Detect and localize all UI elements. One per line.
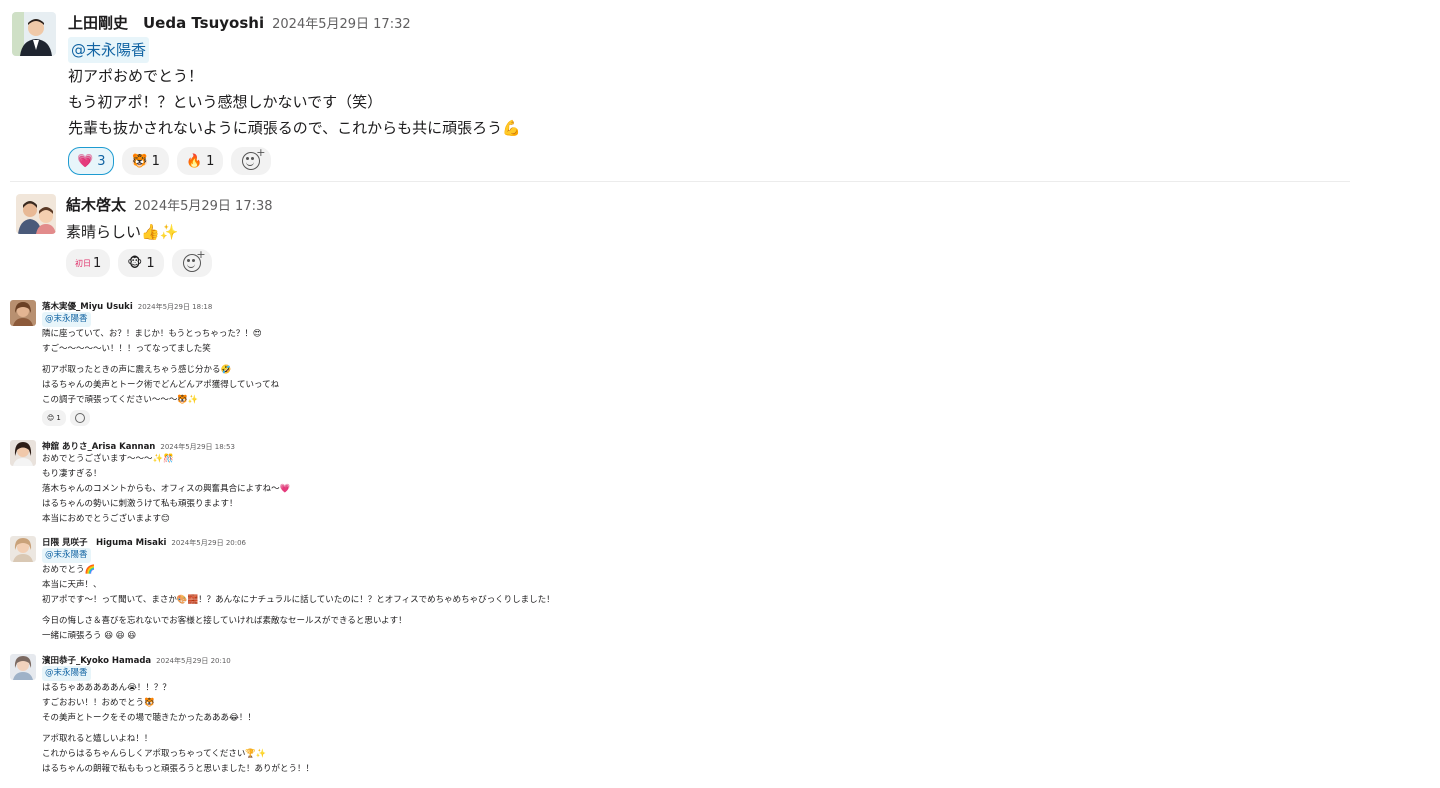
avatar[interactable] bbox=[16, 194, 56, 234]
timestamp[interactable]: 2024年5月29日 20:06 bbox=[171, 538, 246, 548]
message-kannan: 神舘 ありさ_Arisa Kannan 2024年5月29日 18:53 おめで… bbox=[10, 440, 290, 527]
sender-name[interactable]: 神舘 ありさ_Arisa Kannan bbox=[42, 440, 155, 452]
reaction-smile[interactable]: 😊 1 bbox=[42, 410, 66, 426]
message-higuma: 日隈 見咲子 Higuma Misaki 2024年5月29日 20:06 @末… bbox=[10, 536, 555, 644]
reaction-tiger[interactable]: 🐯 1 bbox=[122, 147, 169, 175]
message-text: すごおおい！！おめでとう🐯 bbox=[42, 698, 155, 708]
message-header: 上田剛史 Ueda Tsuyoshi 2024年5月29日 17:32 bbox=[68, 12, 521, 33]
divider bbox=[10, 181, 1350, 182]
timestamp[interactable]: 2024年5月29日 17:32 bbox=[272, 13, 411, 32]
reaction-fire[interactable]: 🔥 1 bbox=[176, 147, 224, 175]
avatar[interactable] bbox=[10, 536, 36, 562]
message-text: 落木ちゃんのコメントからも、オフィスの興奮具合によすね〜💗 bbox=[42, 484, 291, 494]
monkey-icon: 🐵 bbox=[127, 255, 143, 271]
message-text: もり凄すぎる！ bbox=[42, 469, 102, 479]
heart-icon: 💗 bbox=[77, 153, 94, 169]
reaction-count: 3 bbox=[97, 153, 106, 169]
message-yuki: 結木啓太 2024年5月29日 17:38 素晴らしい👍✨ 初日 1 🐵 1 + bbox=[16, 194, 273, 277]
message-header: 神舘 ありさ_Arisa Kannan 2024年5月29日 18:53 bbox=[42, 440, 290, 452]
message-ueda: 上田剛史 Ueda Tsuyoshi 2024年5月29日 17:32 @末永陽… bbox=[12, 12, 521, 175]
message-text: はるちゃんの朗報で私ももっと頑張ろうと思いました！ありがとう！！ bbox=[42, 764, 315, 774]
sender-name[interactable]: 落木実優_Miyu Usuki bbox=[42, 300, 133, 312]
message-text: 初アポ取ったときの声に震えちゃう感じ分かる🤣 bbox=[42, 365, 232, 375]
message-text: 今日の悔しさ＆喜びを忘れないでお客様と接していければ素敵なセールスができると思い… bbox=[42, 616, 407, 626]
reaction-count: 1 bbox=[56, 414, 61, 422]
reaction-first-day[interactable]: 初日 1 bbox=[66, 249, 111, 277]
message-text: その美声とトークをその場で聴きたかったあああ😂！！ bbox=[42, 713, 256, 723]
message-text: 隣に座っていて、お？！まじか！もうとっちゃった？！😍 bbox=[42, 329, 262, 339]
bottom-thread-panel: 落木実優_Miyu Usuki 2024年5月29日 18:18 @末永陽香 隣… bbox=[4, 292, 644, 786]
reaction-bar: 💗 3 🐯 1 🔥 1 + bbox=[68, 147, 521, 175]
message-header: 濱田恭子_Kyoko Hamada 2024年5月29日 20:10 bbox=[42, 654, 314, 666]
mention[interactable]: @末永陽香 bbox=[42, 666, 91, 681]
smile-icon: 😊 bbox=[47, 414, 55, 422]
timestamp[interactable]: 2024年5月29日 18:53 bbox=[160, 442, 235, 452]
add-emoji-icon: + bbox=[242, 147, 265, 170]
message-text: 本当に天声！、 bbox=[42, 580, 102, 590]
top-thread-panel: 上田剛史 Ueda Tsuyoshi 2024年5月29日 17:32 @末永陽… bbox=[4, 0, 1350, 280]
message-text: 先輩も抜かされないように頑張るので、これからも共に頑張ろう💪 bbox=[68, 119, 521, 137]
sender-name[interactable]: 濱田恭子_Kyoko Hamada bbox=[42, 654, 151, 666]
reaction-bar: 初日 1 🐵 1 + bbox=[66, 249, 273, 277]
avatar[interactable] bbox=[10, 300, 36, 326]
message-text: はるちゃあああああん😭！！？？ bbox=[42, 683, 171, 693]
message-text: はるちゃんの美声とトーク術でどんどんアポ獲得していってね bbox=[42, 380, 280, 390]
message-text: おめでとう🌈 bbox=[42, 565, 96, 575]
message-text: もう初アポ！？という感想しかないです（笑） bbox=[68, 93, 383, 111]
reaction-monkey[interactable]: 🐵 1 bbox=[118, 249, 164, 277]
fire-icon: 🔥 bbox=[185, 153, 203, 169]
add-emoji-icon bbox=[74, 413, 85, 423]
message-text: 素晴らしい👍✨ bbox=[66, 223, 179, 241]
reaction-bar: 😊 1 bbox=[42, 410, 279, 426]
message-usuki: 落木実優_Miyu Usuki 2024年5月29日 18:18 @末永陽香 隣… bbox=[10, 300, 279, 426]
reaction-count: 1 bbox=[146, 255, 155, 271]
message-text: 本当におめでとうございまよす😊 bbox=[42, 514, 170, 524]
add-reaction-button[interactable]: + bbox=[231, 147, 272, 175]
reaction-count: 1 bbox=[206, 153, 215, 169]
timestamp[interactable]: 2024年5月29日 17:38 bbox=[134, 195, 273, 214]
avatar[interactable] bbox=[10, 440, 36, 466]
message-text: はるちゃんの勢いに刺激うけて私も頑張りまよす！ bbox=[42, 499, 238, 509]
message-text: この調子で頑張ってください〜〜〜🐯✨ bbox=[42, 395, 199, 405]
sender-name[interactable]: 上田剛史 Ueda Tsuyoshi bbox=[68, 12, 264, 33]
avatar[interactable] bbox=[10, 654, 36, 680]
sender-name[interactable]: 日隈 見咲子 Higuma Misaki bbox=[42, 536, 166, 548]
add-reaction-button[interactable] bbox=[69, 410, 90, 426]
message-header: 落木実優_Miyu Usuki 2024年5月29日 18:18 bbox=[42, 300, 279, 312]
mention[interactable]: @末永陽香 bbox=[42, 312, 91, 327]
avatar[interactable] bbox=[12, 12, 56, 56]
first-day-badge-icon: 初日 bbox=[75, 258, 91, 268]
reaction-heart[interactable]: 💗 3 bbox=[68, 147, 115, 175]
message-text: おめでとうございます〜〜〜✨🎊 bbox=[42, 454, 174, 464]
message-text: アポ取れると嬉しいよね！！ bbox=[42, 734, 153, 744]
mention[interactable]: @末永陽香 bbox=[68, 37, 150, 63]
sender-name[interactable]: 結木啓太 bbox=[66, 194, 126, 215]
add-reaction-button[interactable]: + bbox=[171, 249, 212, 277]
timestamp[interactable]: 2024年5月29日 20:10 bbox=[156, 656, 231, 666]
timestamp[interactable]: 2024年5月29日 18:18 bbox=[138, 302, 213, 312]
message-text: これからはるちゃんらしくアポ取っちゃってください🏆✨ bbox=[42, 749, 267, 759]
message-header: 結木啓太 2024年5月29日 17:38 bbox=[66, 194, 273, 215]
reaction-count: 1 bbox=[93, 255, 102, 271]
message-text: 一緒に頑張ろう 😆 😆 😆 bbox=[42, 631, 137, 641]
message-text: 初アポおめでとう！ bbox=[68, 67, 204, 85]
reaction-count: 1 bbox=[151, 153, 160, 169]
tiger-icon: 🐯 bbox=[131, 153, 148, 169]
message-text: 初アポです〜！って聞いて、まさか🎨🧱！？あんなにナチュラルに話していたのに！？と… bbox=[42, 595, 555, 605]
add-emoji-icon: + bbox=[182, 249, 206, 272]
message-hamada: 濱田恭子_Kyoko Hamada 2024年5月29日 20:10 @末永陽香… bbox=[10, 654, 314, 777]
message-text: すご〜〜〜〜〜い！！！ってなってました笑 bbox=[42, 344, 211, 354]
message-header: 日隈 見咲子 Higuma Misaki 2024年5月29日 20:06 bbox=[42, 536, 555, 548]
mention[interactable]: @末永陽香 bbox=[42, 548, 91, 563]
